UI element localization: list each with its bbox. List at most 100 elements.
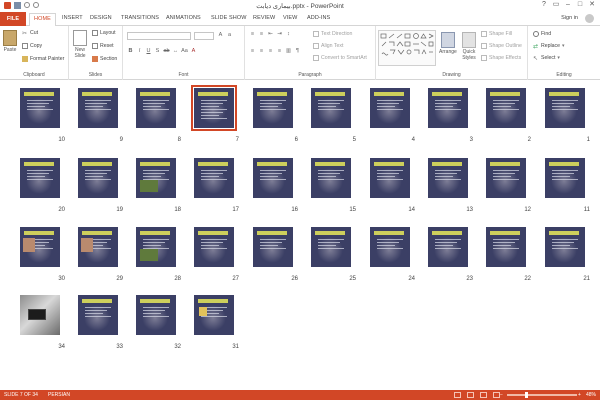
tab-add-ins[interactable]: ADD-INS: [307, 15, 330, 21]
reading-view-icon[interactable]: [480, 392, 487, 398]
slide-thumbnail[interactable]: [194, 227, 234, 267]
minimize-icon[interactable]: –: [562, 0, 574, 10]
bullets-icon[interactable]: ≡: [249, 31, 256, 38]
shape-fill-button[interactable]: Shape Fill: [481, 31, 512, 37]
font-size-select[interactable]: [194, 32, 214, 40]
slide-sorter[interactable]: 10 9 8 7 6 5 4 3 2 1 20 19 18 17 16 15 14 13 12 11 30 29 28 27 2…: [0, 81, 600, 390]
slide-thumbnail[interactable]: [253, 88, 293, 128]
bold-icon[interactable]: B: [127, 48, 134, 55]
reset-button[interactable]: Reset: [92, 43, 114, 49]
maximize-icon[interactable]: □: [574, 0, 586, 10]
decrease-indent-icon[interactable]: ⇤: [267, 31, 274, 38]
arrange-button[interactable]: Arrange: [439, 32, 457, 55]
columns-icon[interactable]: ▥: [285, 48, 292, 55]
slide-thumbnail[interactable]: [136, 227, 176, 267]
paste-button[interactable]: Paste: [3, 30, 17, 53]
zoom-slider[interactable]: [507, 394, 577, 396]
slide-thumbnail[interactable]: [545, 88, 585, 128]
shadow-icon[interactable]: S: [154, 48, 161, 55]
align-left-icon[interactable]: ≡: [249, 48, 256, 55]
quick-styles-button[interactable]: Quick Styles: [462, 32, 476, 61]
find-button[interactable]: Find: [533, 31, 551, 37]
slide-thumbnail[interactable]: [20, 227, 60, 267]
tab-slide-show[interactable]: SLIDE SHOW: [211, 15, 247, 21]
rtl-icon[interactable]: ¶: [294, 48, 301, 55]
normal-view-icon[interactable]: [454, 392, 461, 398]
slide-thumbnail[interactable]: [486, 88, 526, 128]
text-direction-button[interactable]: Text Direction: [313, 31, 352, 37]
align-text-button[interactable]: Align Text: [313, 43, 343, 49]
slide-thumbnail[interactable]: [311, 158, 351, 198]
slide-thumbnail[interactable]: [136, 158, 176, 198]
slide-thumbnail[interactable]: [20, 158, 60, 198]
shapes-gallery[interactable]: [378, 30, 436, 66]
sign-in-link[interactable]: Sign in: [561, 15, 578, 21]
italic-icon[interactable]: I: [136, 48, 143, 55]
close-icon[interactable]: ✕: [586, 0, 598, 10]
slide-thumbnail[interactable]: [78, 88, 118, 128]
slide-thumbnail[interactable]: [194, 158, 234, 198]
slide-thumbnail[interactable]: [311, 88, 351, 128]
zoom-slider-thumb[interactable]: [525, 392, 528, 398]
layout-button[interactable]: Layout: [92, 30, 116, 36]
slide-show-view-icon[interactable]: [493, 392, 500, 398]
underline-icon[interactable]: U: [145, 48, 152, 55]
slide-thumbnail[interactable]: [78, 295, 118, 335]
zoom-in-button[interactable]: +: [578, 390, 581, 400]
tab-review[interactable]: REVIEW: [253, 15, 275, 21]
slide-thumbnail[interactable]: [486, 227, 526, 267]
spacing-icon[interactable]: ↔: [172, 48, 179, 55]
change-case-icon[interactable]: Aa: [181, 48, 188, 55]
slide-thumbnail[interactable]: [194, 295, 234, 335]
align-right-icon[interactable]: ≡: [267, 48, 274, 55]
shrink-font-icon[interactable]: a: [226, 32, 233, 39]
zoom-level[interactable]: 48%: [586, 390, 596, 400]
increase-indent-icon[interactable]: ⇥: [276, 31, 283, 38]
shape-effects-button[interactable]: Shape Effects: [481, 55, 521, 61]
slide-thumbnail[interactable]: [486, 158, 526, 198]
align-center-icon[interactable]: ≡: [258, 48, 265, 55]
format-painter-button[interactable]: Format Painter: [22, 56, 64, 62]
line-spacing-icon[interactable]: ↕: [285, 31, 292, 38]
slide-thumbnail[interactable]: [253, 227, 293, 267]
slide-thumbnail[interactable]: [545, 158, 585, 198]
slide-thumbnail[interactable]: [370, 227, 410, 267]
replace-dropdown-icon[interactable]: ▾: [562, 43, 565, 49]
slide-thumbnail[interactable]: [20, 295, 60, 335]
language-indicator[interactable]: PERSIAN: [48, 390, 70, 400]
tab-insert[interactable]: INSERT: [62, 15, 83, 21]
slide-thumbnail[interactable]: [428, 88, 468, 128]
zoom-out-button[interactable]: −: [500, 390, 503, 400]
font-color-icon[interactable]: A: [190, 48, 197, 55]
copy-button[interactable]: Copy: [22, 43, 42, 49]
slide-thumbnail[interactable]: [136, 88, 176, 128]
help-icon[interactable]: ?: [538, 0, 550, 10]
font-name-select[interactable]: [127, 32, 191, 40]
tab-animations[interactable]: ANIMATIONS: [166, 15, 201, 21]
ribbon-display-icon[interactable]: ▭: [550, 0, 562, 10]
strikethrough-icon[interactable]: ab: [163, 48, 170, 55]
slide-thumbnail[interactable]: [311, 227, 351, 267]
tab-home[interactable]: HOME: [29, 13, 56, 26]
tab-file[interactable]: FILE: [0, 12, 26, 26]
grow-font-icon[interactable]: A: [217, 32, 224, 39]
replace-button[interactable]: ⇄ Replace ▾: [533, 43, 565, 50]
slide-thumbnail[interactable]: [428, 158, 468, 198]
user-icon[interactable]: [585, 14, 594, 23]
slide-thumbnail[interactable]: [78, 158, 118, 198]
slide-thumbnail[interactable]: [78, 227, 118, 267]
shape-outline-button[interactable]: Shape Outline: [481, 43, 522, 49]
convert-smartart-button[interactable]: Convert to SmartArt: [313, 55, 367, 61]
tab-design[interactable]: DESIGN: [90, 15, 112, 21]
slide-thumbnail[interactable]: [136, 295, 176, 335]
tab-transitions[interactable]: TRANSITIONS: [121, 15, 159, 21]
select-dropdown-icon[interactable]: ▾: [557, 55, 560, 61]
justify-icon[interactable]: ≡: [276, 48, 283, 55]
tab-view[interactable]: VIEW: [283, 15, 297, 21]
slide-thumbnail[interactable]: [370, 158, 410, 198]
slide-thumbnail[interactable]: [370, 88, 410, 128]
slide-thumbnail[interactable]: [428, 227, 468, 267]
slide-sorter-view-icon[interactable]: [467, 392, 474, 398]
slide-thumbnail[interactable]: [20, 88, 60, 128]
section-button[interactable]: Section: [92, 56, 117, 62]
